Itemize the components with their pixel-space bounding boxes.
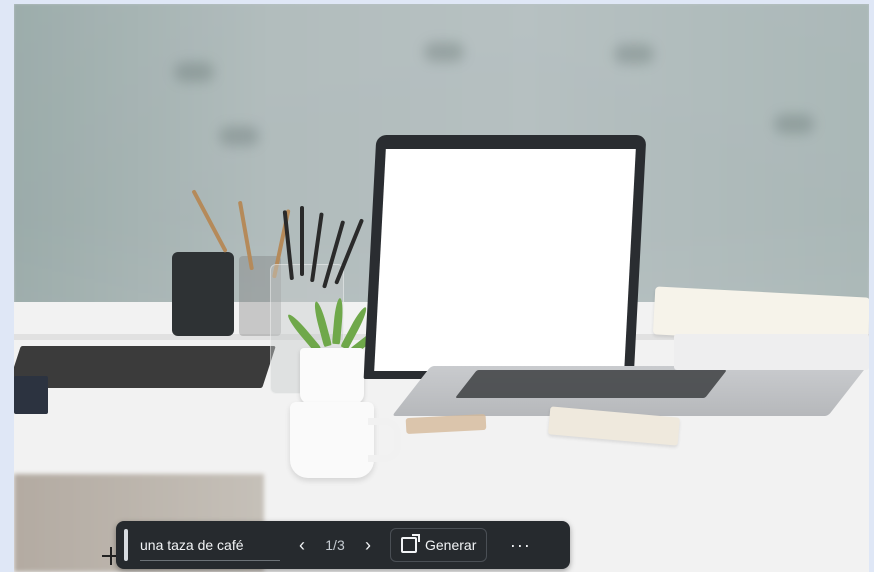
previous-button[interactable]: ‹	[288, 530, 316, 560]
dark-mug	[172, 252, 234, 336]
search-query-field[interactable]: una taza de café	[140, 530, 280, 561]
drag-handle[interactable]	[124, 529, 128, 561]
dark-notebook	[14, 346, 276, 388]
wall-spot	[614, 44, 654, 64]
open-external-icon	[401, 534, 420, 553]
wall-spot	[774, 114, 814, 134]
laptop-keyboard	[455, 370, 727, 398]
coffee-cup	[290, 402, 374, 478]
paper-sheet	[674, 334, 869, 370]
image-viewer: una taza de café ‹ 1/3 › Generar ···	[0, 0, 874, 572]
chevron-left-icon: ‹	[299, 534, 305, 555]
wall-spot	[174, 62, 214, 82]
coffee-cup-handle	[368, 418, 401, 462]
result-counter: 1/3	[325, 537, 345, 553]
office-desk-photo	[14, 4, 869, 572]
generate-button[interactable]: Generar	[390, 528, 488, 562]
generate-label: Generar	[425, 537, 477, 553]
wall-spot	[424, 42, 464, 62]
more-options-button[interactable]: ···	[505, 535, 535, 556]
plant-pot	[300, 348, 364, 404]
more-horizontal-icon: ···	[509, 534, 531, 555]
search-query-text: una taza de café	[140, 536, 244, 553]
book	[14, 376, 48, 414]
pencil	[300, 206, 304, 276]
laptop-display	[374, 149, 636, 371]
wall-spot	[219, 126, 259, 146]
image-search-toolbar: una taza de café ‹ 1/3 › Generar ···	[116, 521, 570, 569]
next-button[interactable]: ›	[354, 530, 382, 560]
chevron-right-icon: ›	[365, 534, 371, 555]
